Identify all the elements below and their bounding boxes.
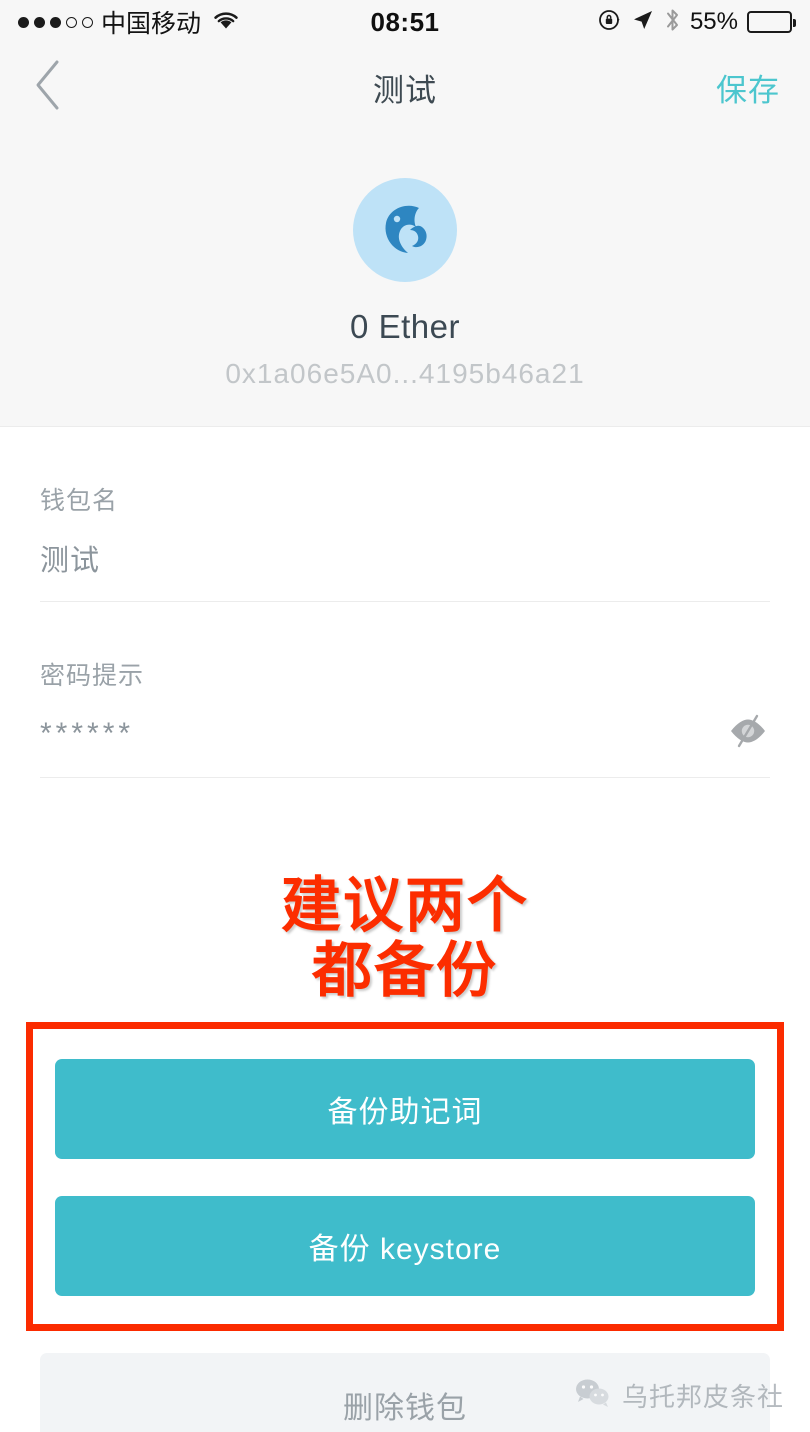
backup-keystore-button[interactable]: 备份 keystore: [55, 1195, 755, 1296]
signal-strength-icon: [18, 16, 93, 28]
eye-off-icon: [726, 712, 770, 755]
wifi-icon: [212, 9, 240, 36]
annotation-line-1: 建议两个: [280, 871, 529, 941]
wallet-address: 0x1a06e5A0...4195b46a21: [225, 358, 585, 389]
password-hint-input[interactable]: ******: [40, 717, 716, 751]
back-button[interactable]: [0, 44, 96, 130]
backup-highlight-box: 备份助记词 备份 keystore: [26, 1021, 784, 1331]
password-hint-label: 密码提示: [40, 662, 145, 690]
annotation-text: 建议两个 都备份: [0, 871, 810, 1006]
battery-percent-label: 55%: [689, 8, 738, 35]
wallet-form: 钱包名 测试 密码提示 ******: [0, 427, 810, 778]
phone-screen: 中国移动 08:51 55% 测试 保存 0 Ether 0x1a06e5A0.…: [0, 0, 810, 1432]
save-button[interactable]: 保存: [716, 65, 780, 110]
status-bar-right: 55%: [598, 7, 796, 38]
field-wallet-name: 钱包名 测试: [40, 427, 770, 602]
chevron-left-icon: [31, 57, 65, 118]
annotation-line-2: 都备份: [311, 935, 498, 1006]
password-visibility-toggle[interactable]: [716, 712, 770, 755]
status-bar: 中国移动 08:51 55%: [0, 0, 810, 44]
wallet-name-row[interactable]: 测试: [40, 517, 770, 602]
watermark: 乌托邦皮条社: [574, 1377, 784, 1414]
rotation-lock-icon: [598, 8, 622, 37]
bluetooth-icon: [664, 7, 681, 38]
backup-mnemonic-button[interactable]: 备份助记词: [55, 1058, 755, 1159]
wallet-identicon: [373, 196, 437, 265]
wallet-name-input[interactable]: 测试: [40, 537, 770, 579]
watermark-label: 乌托邦皮条社: [621, 1382, 784, 1412]
navigation-bar: 测试 保存: [0, 44, 810, 130]
avatar: [353, 178, 457, 282]
wallet-balance: 0 Ether: [350, 308, 460, 345]
wallet-summary: 0 Ether 0x1a06e5A0...4195b46a21: [0, 130, 810, 427]
location-arrow-icon: [631, 8, 655, 37]
battery-icon: [747, 11, 796, 33]
status-bar-left: 中国移动: [18, 4, 240, 40]
password-hint-row[interactable]: ******: [40, 692, 770, 778]
field-password-hint: 密码提示 ******: [40, 602, 770, 778]
carrier-label: 中国移动: [101, 10, 202, 38]
wallet-name-label: 钱包名: [40, 487, 119, 515]
page-title: 测试: [373, 72, 437, 108]
wechat-icon: [574, 1377, 612, 1414]
